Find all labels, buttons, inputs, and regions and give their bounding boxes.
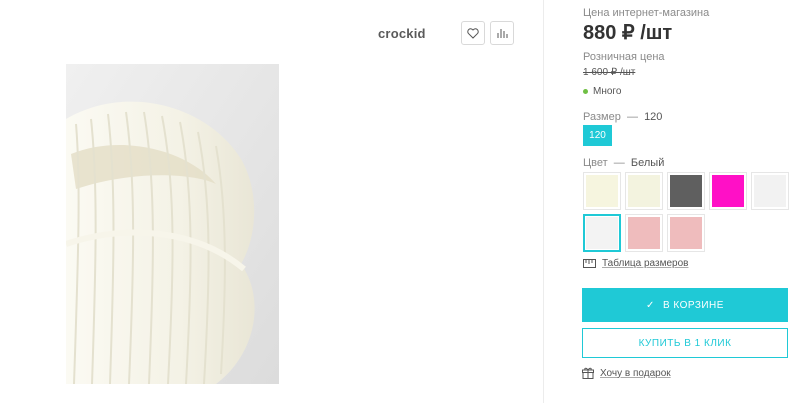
- size-label-text: Размер: [583, 111, 621, 123]
- online-price-label: Цена интернет-магазина: [583, 7, 710, 19]
- color-swatch-fill: [754, 175, 786, 207]
- size-selected-value: 120: [644, 111, 663, 123]
- color-swatch[interactable]: [625, 172, 663, 210]
- heart-icon: [467, 27, 479, 39]
- color-swatch-fill: [586, 175, 618, 207]
- size-separator: —: [626, 111, 638, 123]
- buy-one-click-label: КУПИТЬ В 1 КЛИК: [638, 337, 732, 349]
- retail-price-label: Розничная цена: [583, 51, 665, 63]
- color-swatch-fill: [586, 217, 618, 249]
- size-option-120[interactable]: 120: [583, 125, 612, 146]
- gift-icon: [582, 367, 594, 379]
- color-swatch[interactable]: [583, 172, 621, 210]
- color-swatch[interactable]: [667, 172, 705, 210]
- compare-button[interactable]: [490, 21, 514, 45]
- favorite-button[interactable]: [461, 21, 485, 45]
- panel-divider: [543, 0, 544, 403]
- in-cart-label: В КОРЗИНЕ: [662, 299, 724, 311]
- color-swatch[interactable]: [667, 214, 705, 252]
- bar-chart-icon: [497, 29, 508, 38]
- online-price: 880 ₽ /шт: [583, 22, 673, 44]
- brand-name: crockid: [378, 26, 426, 41]
- product-image[interactable]: [66, 64, 279, 384]
- ruler-icon: [583, 259, 596, 268]
- stock-text: Много: [593, 86, 622, 97]
- color-swatch[interactable]: [751, 172, 789, 210]
- gift-text: Хочу в подарок: [600, 367, 671, 379]
- color-swatch-fill: [712, 175, 744, 207]
- product-photo: [66, 64, 279, 384]
- size-table-text: Таблица размеров: [602, 258, 689, 269]
- color-label: Цвет — Белый: [583, 157, 664, 169]
- color-swatch-fill: [628, 217, 660, 249]
- in-cart-button[interactable]: ✓ В КОРЗИНЕ: [582, 288, 788, 322]
- color-swatch-fill: [670, 217, 702, 249]
- color-swatch[interactable]: [625, 214, 663, 252]
- retail-price: 1 600 ₽ /шт: [583, 67, 636, 78]
- buy-one-click-button[interactable]: КУПИТЬ В 1 КЛИК: [582, 328, 788, 358]
- check-icon: ✓: [646, 299, 655, 311]
- color-swatch[interactable]: [583, 214, 621, 252]
- size-label: Размер — 120: [583, 111, 662, 123]
- color-swatch[interactable]: [709, 172, 747, 210]
- color-selected-value: Белый: [630, 157, 665, 169]
- color-swatch-fill: [628, 175, 660, 207]
- brand-logo: crockid: [378, 26, 426, 41]
- color-separator: —: [613, 157, 625, 169]
- color-swatch-fill: [670, 175, 702, 207]
- stock-dot-icon: [583, 89, 588, 94]
- color-label-text: Цвет: [583, 157, 608, 169]
- gift-link[interactable]: Хочу в подарок: [582, 367, 671, 379]
- stock-status: Много: [583, 86, 621, 97]
- size-table-link[interactable]: Таблица размеров: [583, 258, 688, 269]
